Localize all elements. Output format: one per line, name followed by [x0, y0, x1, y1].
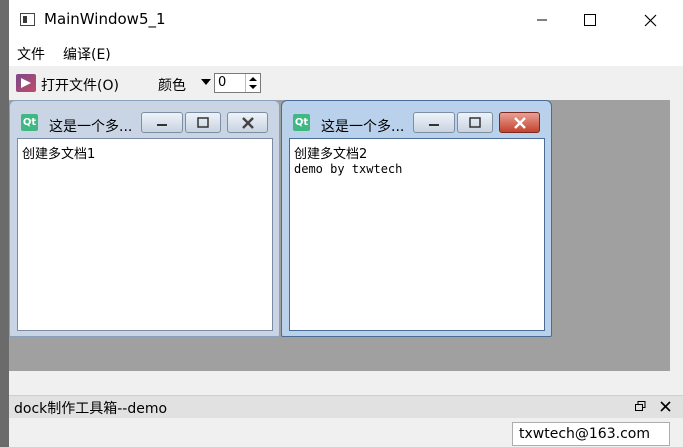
main-window: MainWindow5_1 文件 编译(E) 打开文件(O) 颜色 0 Qt 这… — [9, 0, 683, 447]
spinbox-buttons[interactable] — [245, 74, 260, 92]
qt-icon: Qt — [21, 114, 38, 131]
dock-body: txwtech@163.com — [9, 418, 683, 447]
spin-arrows-icon[interactable] — [246, 74, 260, 92]
menu-compile[interactable]: 编译(E) — [63, 44, 111, 64]
menu-file[interactable]: 文件 — [17, 44, 45, 64]
maximize-button[interactable] — [567, 0, 613, 40]
minimize-button[interactable] — [519, 0, 565, 40]
text-line: 创建多文档2 — [294, 147, 368, 162]
subwindow-2[interactable]: Qt 这是一个多... 创建多文档2 demo by txwtech — [281, 100, 552, 337]
close-icon — [513, 116, 526, 129]
minimize-icon — [157, 123, 167, 126]
text-editor[interactable]: 创建多文档1 — [17, 138, 273, 331]
sub-maximize-button[interactable] — [457, 112, 493, 133]
sub-minimize-button[interactable] — [141, 112, 183, 133]
close-icon — [241, 116, 254, 129]
minimize-icon — [429, 123, 439, 126]
sub-maximize-button[interactable] — [185, 112, 221, 133]
title-bar: MainWindow5_1 — [9, 0, 683, 40]
app-icon — [20, 13, 35, 26]
open-file-icon[interactable] — [16, 74, 36, 92]
menu-bar: 文件 编译(E) — [9, 40, 683, 66]
dock-title-bar[interactable]: dock制作工具箱--demo — [9, 395, 683, 418]
sub-close-button[interactable] — [499, 112, 540, 133]
subwindow-1[interactable]: Qt 这是一个多... 创建多文档1 — [9, 100, 280, 337]
color-spinbox[interactable]: 0 — [214, 73, 261, 93]
dock-text-field[interactable]: txwtech@163.com — [512, 422, 670, 446]
maximize-icon — [197, 116, 209, 128]
spinbox-value[interactable]: 0 — [218, 75, 226, 90]
dock-field-value: txwtech@163.com — [519, 426, 650, 442]
sub-close-button[interactable] — [227, 112, 268, 133]
color-label: 颜色 — [158, 78, 186, 94]
maximize-icon — [584, 14, 596, 26]
close-button[interactable] — [627, 0, 673, 40]
close-icon — [644, 14, 656, 26]
window-title: MainWindow5_1 — [44, 10, 166, 28]
mdi-area[interactable]: Qt 这是一个多... 创建多文档1 Qt 这是一个多... 创建多文档2 de… — [9, 100, 670, 371]
dock-title: dock制作工具箱--demo — [14, 401, 168, 417]
sub-minimize-button[interactable] — [413, 112, 455, 133]
qt-icon: Qt — [293, 114, 310, 131]
text-editor[interactable]: 创建多文档2 demo by txwtech — [289, 138, 545, 331]
toolbar: 打开文件(O) 颜色 0 — [9, 66, 683, 100]
restore-icon[interactable] — [635, 401, 646, 412]
text-line: demo by txwtech — [294, 162, 403, 176]
dropdown-arrow-icon[interactable] — [201, 79, 211, 87]
subwindow-title: 这是一个多... — [321, 119, 405, 135]
maximize-icon — [469, 116, 481, 128]
close-icon[interactable] — [660, 401, 671, 412]
text-line: 创建多文档1 — [22, 147, 96, 162]
minimize-icon — [537, 19, 547, 21]
subwindow-title: 这是一个多... — [49, 119, 133, 135]
open-file-button[interactable]: 打开文件(O) — [41, 75, 119, 95]
